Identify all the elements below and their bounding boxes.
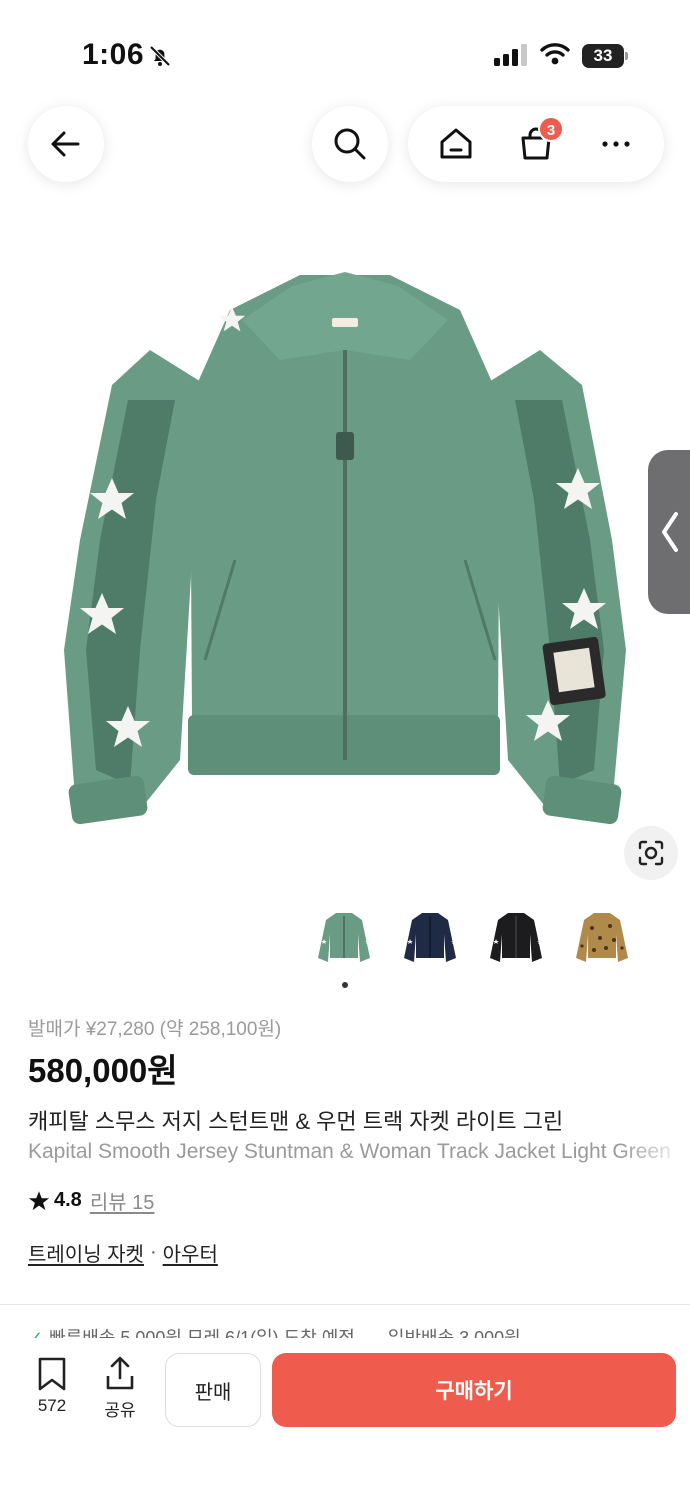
status-time: 1:06 xyxy=(82,38,145,71)
side-drawer-handle[interactable] xyxy=(648,450,690,614)
color-thumbnail-green[interactable] xyxy=(310,902,378,970)
color-thumbnail-navy[interactable] xyxy=(396,902,464,970)
cart-count-badge: 3 xyxy=(538,116,564,142)
rating-row: 4.8 리뷰 15 xyxy=(28,1186,154,1215)
share-label: 공유 xyxy=(104,1401,136,1420)
product-title-korean: 캐피탈 스무스 저지 스턴트맨 & 우먼 트랙 자켓 라이트 그린 xyxy=(28,1109,564,1134)
color-thumbnail-black[interactable] xyxy=(482,902,550,970)
jacket-thumbnail-image xyxy=(404,913,457,962)
more-dots-icon xyxy=(602,141,630,147)
color-thumbnail-leopard[interactable] xyxy=(568,902,636,970)
jacket-thumbnail-image xyxy=(318,913,371,962)
title-fade-overlay xyxy=(620,1136,690,1168)
more-button[interactable] xyxy=(586,114,646,174)
cart-button[interactable]: 3 xyxy=(506,114,566,174)
battery-level: 33 xyxy=(582,44,624,68)
review-count-link[interactable]: 리뷰 15 xyxy=(90,1186,155,1215)
bookmark-icon xyxy=(38,1357,66,1391)
carousel-indicator-dot xyxy=(342,982,348,988)
lens-scan-icon xyxy=(638,840,664,866)
search-button[interactable] xyxy=(312,106,388,182)
bookmark-button[interactable]: 572 xyxy=(24,1356,80,1416)
product-image[interactable] xyxy=(0,200,690,890)
product-title-english: Kapital Smooth Jersey Stuntman & Woman T… xyxy=(28,1140,671,1163)
wifi-icon xyxy=(540,43,570,65)
jacket-thumbnail-image xyxy=(576,913,628,962)
battery-icon: 33 xyxy=(582,44,628,68)
status-bar: 1:06 33 xyxy=(0,0,690,100)
share-icon xyxy=(106,1356,134,1390)
category-breadcrumb: 트레이닝 자켓 · 아우터 xyxy=(28,1238,218,1267)
buy-button[interactable]: 구매하기 xyxy=(272,1353,676,1427)
image-search-button[interactable] xyxy=(624,826,678,880)
bookmark-count: 572 xyxy=(37,1396,67,1415)
share-button[interactable]: 공유 xyxy=(92,1356,148,1421)
section-divider xyxy=(0,1304,690,1305)
star-icon xyxy=(28,1190,50,1210)
cellular-signal-icon xyxy=(494,44,527,66)
category-link-training-jacket[interactable]: 트레이닝 자켓 xyxy=(28,1238,144,1267)
nav-action-group: 3 xyxy=(408,106,664,182)
product-price: 580,000원 xyxy=(28,1052,178,1089)
arrow-left-icon xyxy=(51,131,80,157)
jacket-thumbnail-image xyxy=(490,913,543,962)
rating-score: 4.8 xyxy=(54,1189,82,1211)
category-link-outer[interactable]: 아우터 xyxy=(163,1238,218,1267)
chevron-left-icon xyxy=(662,512,678,552)
color-thumbnail-list xyxy=(310,902,636,970)
search-icon xyxy=(334,128,366,160)
home-icon xyxy=(440,128,472,159)
release-price: 발매가 ¥27,280 (약 258,100원) xyxy=(28,1019,282,1040)
category-separator: · xyxy=(149,1241,157,1263)
back-button[interactable] xyxy=(28,106,104,182)
home-button[interactable] xyxy=(426,114,486,174)
bell-muted-icon xyxy=(149,45,171,67)
bottom-action-bar: 572 공유 판매 구매하기 xyxy=(0,1338,690,1500)
sell-button[interactable]: 판매 xyxy=(165,1353,261,1427)
